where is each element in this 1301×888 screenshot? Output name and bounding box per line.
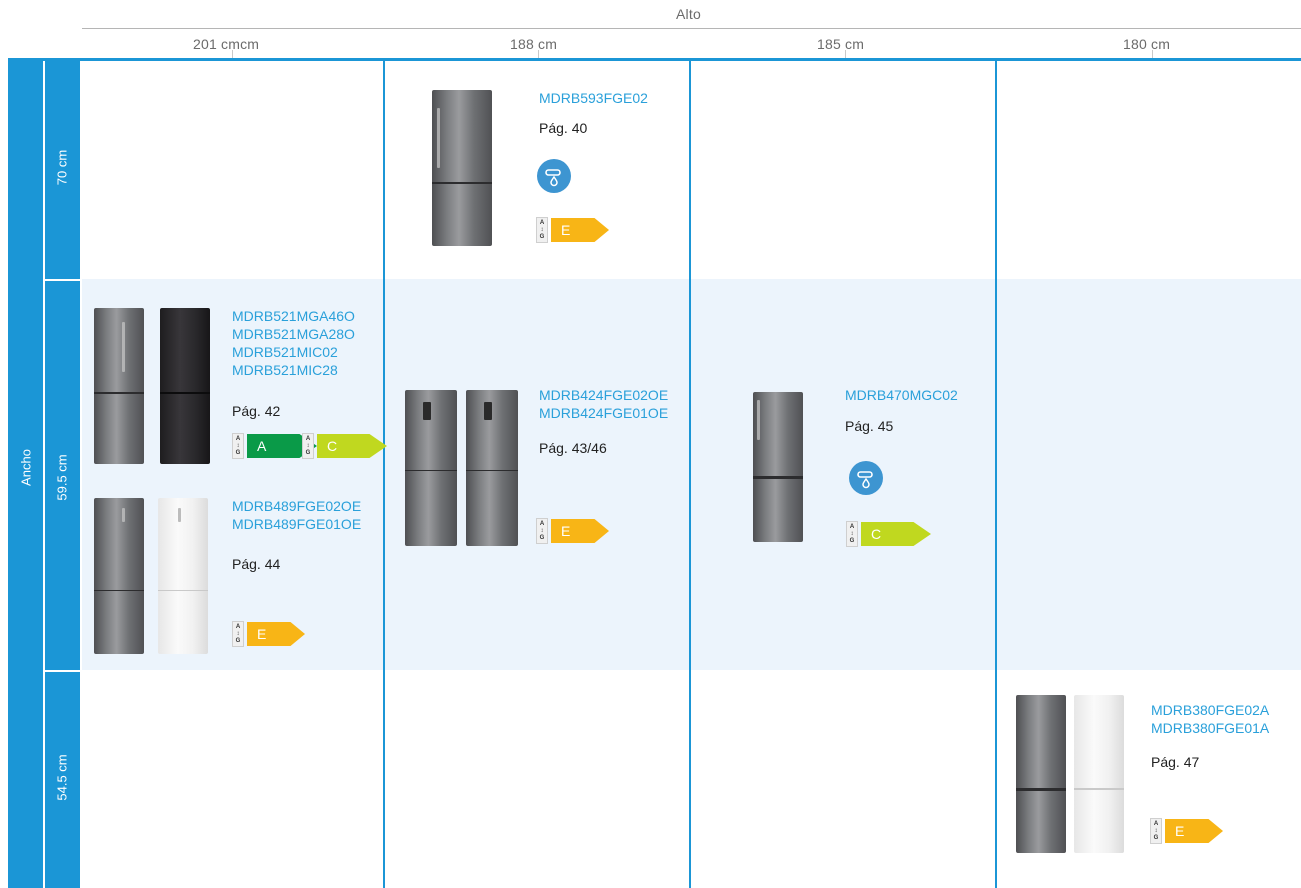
col-line — [995, 58, 997, 888]
fridge-image — [1074, 695, 1124, 853]
fridge-image — [466, 390, 518, 546]
col-line — [383, 58, 385, 888]
fridge-image — [405, 390, 457, 546]
row-label-70: 70 cm — [54, 149, 70, 186]
model-link[interactable]: MDRB521MGA46O MDRB521MGA28O MDRB521MIC02… — [232, 307, 355, 379]
page-ref: Pág. 47 — [1151, 754, 1200, 770]
energy-label: A ↕ G E — [1150, 818, 1223, 844]
model-link[interactable]: MDRB470MGC02 — [845, 386, 958, 404]
col-tick — [538, 50, 539, 58]
energy-label: A ↕ G C — [846, 521, 931, 547]
model-link[interactable]: MDRB424FGE02OE MDRB424FGE01OE — [539, 386, 668, 422]
energy-label: A ↕ G C — [302, 433, 387, 459]
height-axis-label: Alto — [676, 6, 701, 22]
page-ref: Pág. 45 — [845, 418, 894, 434]
row-label-595: 59.5 cm — [54, 454, 70, 501]
page-ref: Pág. 40 — [539, 120, 588, 136]
model-link[interactable]: MDRB380FGE02A MDRB380FGE01A — [1151, 701, 1269, 737]
col-header-180: 180 cm — [1123, 36, 1171, 52]
page-ref: Pág. 42 — [232, 403, 281, 419]
energy-label: A ↕ G E — [232, 621, 305, 647]
col-tick — [1152, 50, 1153, 58]
fridge-image — [1016, 695, 1066, 853]
model-link[interactable]: MDRB489FGE02OE MDRB489FGE01OE — [232, 497, 361, 533]
energy-label: A ↕ G E — [536, 518, 609, 544]
fridge-image — [94, 498, 144, 654]
water-dispenser-icon — [537, 159, 571, 193]
model-link[interactable]: MDRB593FGE02 — [539, 89, 648, 107]
page-ref: Pág. 44 — [232, 556, 281, 572]
fridge-image — [753, 392, 803, 542]
fridge-image — [158, 498, 208, 654]
width-axis-label: Ancho — [18, 449, 34, 486]
row-label-545: 54.5 cm — [54, 754, 70, 801]
col-tick — [232, 50, 233, 58]
col-line — [689, 58, 691, 888]
page-ref: Pág. 43/46 — [539, 440, 607, 456]
water-dispenser-icon — [849, 461, 883, 495]
header-divider — [82, 28, 1301, 29]
energy-label: A ↕ G E — [536, 217, 609, 243]
table-top-line — [8, 58, 1301, 61]
col-header-201: 201 cmcm — [193, 36, 260, 52]
col-header-185: 185 cm — [817, 36, 865, 52]
col-tick — [845, 50, 846, 58]
fridge-image — [94, 308, 144, 464]
col-header-188: 188 cm — [510, 36, 558, 52]
fridge-image — [160, 308, 210, 464]
fridge-image — [432, 90, 492, 246]
